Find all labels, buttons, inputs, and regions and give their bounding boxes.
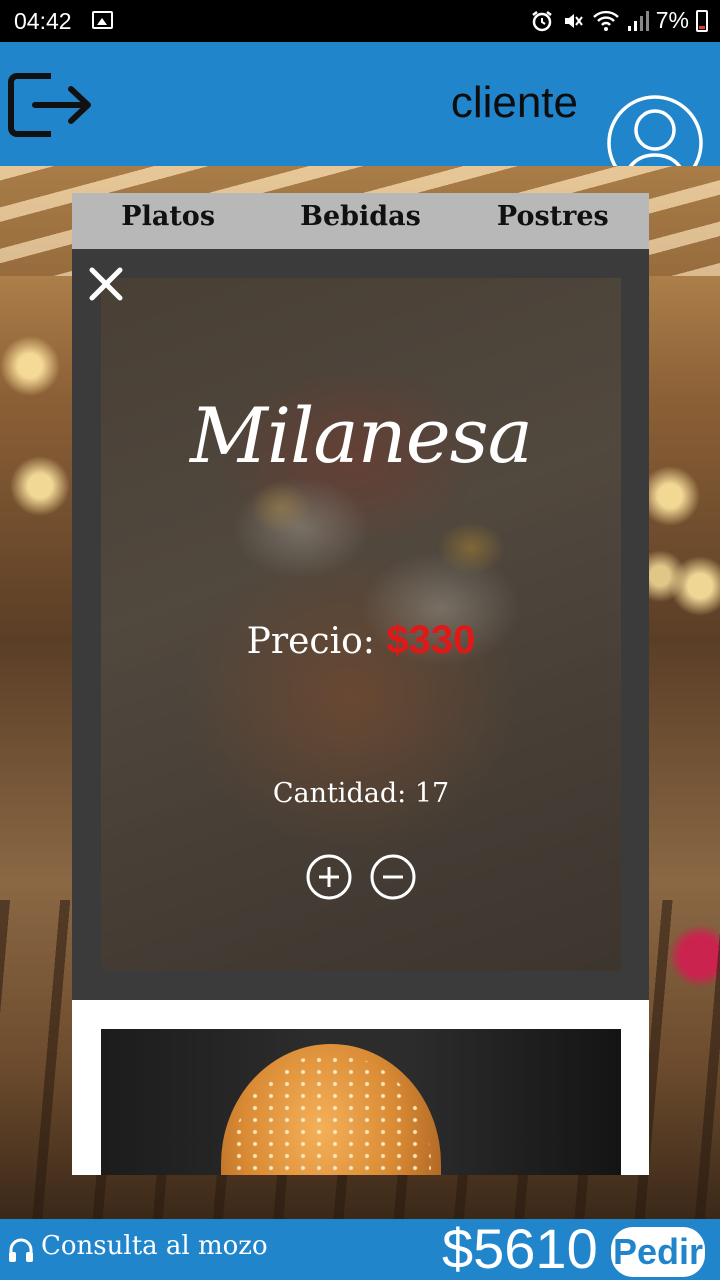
quantity-row: Cantidad: 17 <box>101 778 621 809</box>
quantity-label: Cantidad: <box>272 778 407 809</box>
price-value: $330 <box>386 618 476 662</box>
app-header: cliente <box>0 42 720 191</box>
headset-icon <box>9 1238 33 1262</box>
status-bar: 04:42 7% <box>0 0 720 42</box>
increase-quantity-button[interactable] <box>305 853 353 901</box>
status-time: 04:42 <box>14 8 72 34</box>
order-total: $5610 <box>442 1217 598 1280</box>
signal-icon <box>627 10 649 31</box>
tab-bebidas[interactable]: Bebidas <box>264 193 456 249</box>
battery-percent: 7% <box>655 7 689 33</box>
decrease-quantity-button[interactable] <box>369 853 417 901</box>
alarm-icon <box>532 10 552 31</box>
dish-name: Milanesa <box>190 391 533 480</box>
mute-icon <box>564 13 583 28</box>
call-waiter-link[interactable]: Consulta al mozo <box>41 1231 268 1261</box>
logout-icon[interactable] <box>5 70 95 140</box>
menu-panel: Platos Bebidas Postres Milanesa Precio: … <box>72 193 649 1175</box>
quantity-stepper <box>72 853 649 901</box>
close-icon[interactable] <box>88 266 124 302</box>
user-role-label: cliente <box>450 78 578 127</box>
wifi-icon <box>592 10 619 31</box>
menu-item-card: Milanesa Precio: $330 Cantidad: 17 <box>72 249 649 1000</box>
next-menu-item-photo[interactable] <box>101 1029 621 1175</box>
order-button[interactable]: Pedir <box>611 1227 705 1277</box>
tab-platos[interactable]: Platos <box>72 193 264 249</box>
status-icons: 7% <box>530 7 708 34</box>
burger-bun-image <box>221 1044 441 1175</box>
price-row: Precio: $330 <box>101 618 621 663</box>
quantity-value: 17 <box>414 778 450 809</box>
image-icon <box>92 11 113 29</box>
bottom-bar: Consulta al mozo $5610 Pedir <box>0 1217 720 1280</box>
price-label: Precio: <box>246 621 375 662</box>
battery-icon <box>696 9 708 32</box>
category-tabs: Platos Bebidas Postres <box>72 193 649 249</box>
tab-postres[interactable]: Postres <box>457 193 649 249</box>
